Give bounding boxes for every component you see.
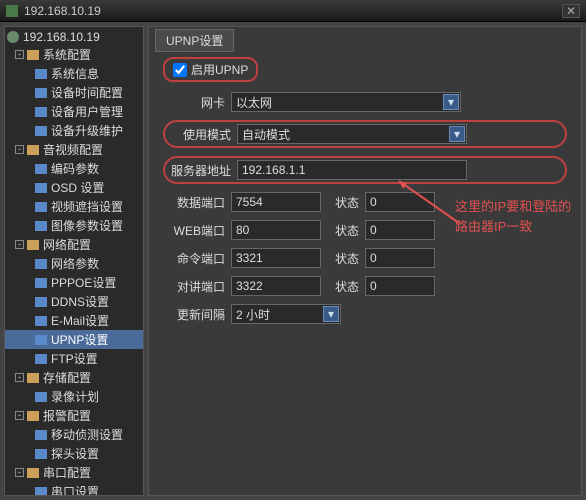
dataport-label: 数据端口: [163, 194, 225, 211]
cmdport-input[interactable]: [231, 248, 321, 268]
tree-item-4-0[interactable]: 移动侦测设置: [5, 425, 143, 444]
mode-select[interactable]: [237, 124, 467, 144]
tree-item-2-2[interactable]: DDNS设置: [5, 292, 143, 311]
tab-upnp[interactable]: UPNP设置: [155, 29, 234, 52]
nic-row: 网卡: [163, 92, 567, 112]
webport-input[interactable]: [231, 220, 321, 240]
tree-item-1-0[interactable]: 编码参数: [5, 159, 143, 178]
upnp-form: 启用UPNP 网卡 使用模式 服务器地址 数据端口 状态 WEB: [149, 27, 581, 342]
tree-item-4-1[interactable]: 探头设置: [5, 444, 143, 463]
tree-group-4[interactable]: -报警配置: [5, 406, 143, 425]
cmdport-row: 命令端口 状态: [163, 248, 567, 268]
interval-row: 更新间隔: [163, 304, 567, 324]
nic-select[interactable]: [231, 92, 461, 112]
tree-item-2-0[interactable]: 网络参数: [5, 254, 143, 273]
server-row: 服务器地址: [163, 156, 567, 184]
main: 192.168.10.19-系统配置系统信息设备时间配置设备用户管理设备升级维护…: [0, 22, 586, 500]
close-button[interactable]: ✕: [562, 4, 580, 18]
dataport-input[interactable]: [231, 192, 321, 212]
tree-group-3[interactable]: -存储配置: [5, 368, 143, 387]
tree-item-1-1[interactable]: OSD 设置: [5, 178, 143, 197]
interval-select[interactable]: [231, 304, 341, 324]
server-input[interactable]: [237, 160, 467, 180]
tree-item-1-3[interactable]: 图像参数设置: [5, 216, 143, 235]
title-ip: 192.168.10.19: [24, 4, 101, 18]
mode-label: 使用模式: [169, 126, 231, 143]
enable-upnp-label: 启用UPNP: [191, 61, 248, 78]
status-label: 状态: [335, 222, 359, 239]
titlebar: 192.168.10.19 ✕: [0, 0, 586, 22]
content-panel: UPNP设置 启用UPNP 网卡 使用模式 服务器地址 数据端口 状: [148, 26, 582, 496]
tree-item-1-2[interactable]: 视频遮挡设置: [5, 197, 143, 216]
interval-label: 更新间隔: [163, 306, 225, 323]
webport-status[interactable]: [365, 220, 435, 240]
app-icon: [6, 5, 18, 17]
tree-item-0-1[interactable]: 设备时间配置: [5, 83, 143, 102]
tree-item-3-0[interactable]: 录像计划: [5, 387, 143, 406]
tree-item-0-2[interactable]: 设备用户管理: [5, 102, 143, 121]
tree-item-2-4[interactable]: UPNP设置: [5, 330, 143, 349]
annotation-text: 这里的IP要和登陆的路由器IP一致: [455, 197, 575, 236]
dataport-status[interactable]: [365, 192, 435, 212]
sidebar-tree[interactable]: 192.168.10.19-系统配置系统信息设备时间配置设备用户管理设备升级维护…: [4, 26, 144, 496]
server-label: 服务器地址: [169, 162, 231, 179]
status-label: 状态: [335, 250, 359, 267]
status-label: 状态: [335, 278, 359, 295]
cmdport-status[interactable]: [365, 248, 435, 268]
tree-group-1[interactable]: -音视频配置: [5, 140, 143, 159]
tree-item-0-3[interactable]: 设备升级维护: [5, 121, 143, 140]
tree-group-2[interactable]: -网络配置: [5, 235, 143, 254]
talkport-row: 对讲端口 状态: [163, 276, 567, 296]
status-label: 状态: [335, 194, 359, 211]
tree-group-0[interactable]: -系统配置: [5, 45, 143, 64]
tree-item-2-1[interactable]: PPPOE设置: [5, 273, 143, 292]
enable-upnp-row: 启用UPNP: [163, 57, 258, 82]
tree-group-5[interactable]: -串口配置: [5, 463, 143, 482]
enable-upnp-checkbox[interactable]: [173, 63, 187, 77]
talkport-input[interactable]: [231, 276, 321, 296]
cmdport-label: 命令端口: [163, 250, 225, 267]
mode-row: 使用模式: [163, 120, 567, 148]
tree-item-2-5[interactable]: FTP设置: [5, 349, 143, 368]
tree-host[interactable]: 192.168.10.19: [5, 29, 143, 45]
webport-label: WEB端口: [163, 222, 225, 239]
tree-item-2-3[interactable]: E-Mail设置: [5, 311, 143, 330]
nic-label: 网卡: [163, 94, 225, 111]
talkport-label: 对讲端口: [163, 278, 225, 295]
tree-item-0-0[interactable]: 系统信息: [5, 64, 143, 83]
tree-item-5-0[interactable]: 串口设置: [5, 482, 143, 496]
talkport-status[interactable]: [365, 276, 435, 296]
